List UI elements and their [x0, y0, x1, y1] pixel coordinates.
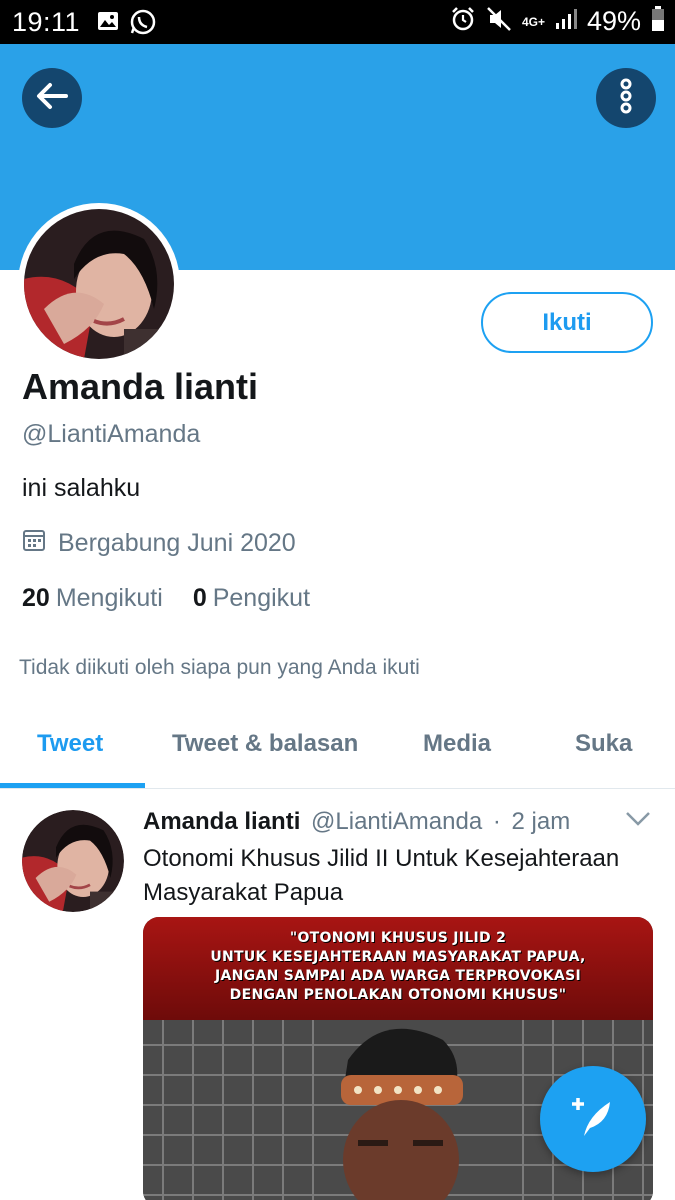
compose-tweet-button[interactable] — [540, 1066, 646, 1172]
tweet-author-name[interactable]: Amanda lianti — [143, 808, 300, 835]
profile-handle: @LiantiAmanda — [22, 420, 201, 448]
battery-icon — [651, 6, 665, 37]
follow-stats: 20 Mengikuti 0 Pengikut — [22, 584, 310, 613]
following-count: 20 — [22, 584, 50, 612]
network-type: 4G+ — [521, 14, 545, 29]
signal-icon — [555, 8, 577, 35]
compose-tweet-icon — [570, 1094, 616, 1145]
media-caption-line: "OTONOMI KHUSUS JILID 2 — [289, 930, 507, 946]
avatar-photo — [22, 810, 124, 912]
avatar-photo — [24, 209, 174, 359]
tweet-separator: · — [492, 808, 501, 835]
battery-percent: 49% — [586, 6, 641, 36]
followers-label: Pengikut — [212, 584, 311, 612]
join-date: Bergabung Juni 2020 — [22, 528, 296, 559]
join-date-text: Bergabung Juni 2020 — [58, 529, 296, 557]
following-link[interactable]: 20 Mengikuti — [22, 584, 163, 613]
follow-button[interactable]: Ikuti — [481, 292, 653, 353]
alarm-icon — [450, 6, 476, 37]
tweet-author-avatar[interactable] — [22, 810, 124, 912]
not-followed-note: Tidak diikuti oleh siapa pun yang Anda i… — [19, 656, 420, 679]
chevron-down-icon[interactable] — [625, 810, 651, 833]
tab-media[interactable]: Media — [423, 730, 491, 758]
tweet-time: 2 jam — [511, 808, 571, 835]
tweet-author-handle[interactable]: @LiantiAmanda — [311, 808, 482, 835]
profile-tabs: Tweet Tweet & balasan Media Suka — [0, 712, 675, 789]
tab-tweet[interactable]: Tweet — [37, 730, 103, 758]
media-caption-line: DENGAN PENOLAKAN OTONOMI KHUSUS" — [229, 987, 567, 1003]
calendar-icon — [22, 528, 46, 559]
profile-avatar[interactable] — [18, 203, 180, 365]
whatsapp-icon — [129, 8, 157, 41]
followers-link[interactable]: 0 Pengikut — [193, 584, 310, 613]
profile-bio: ini salahku — [22, 474, 141, 502]
back-button[interactable] — [22, 68, 82, 128]
tab-tweet-replies[interactable]: Tweet & balasan — [172, 730, 358, 758]
profile-display-name: Amanda lianti — [22, 366, 259, 407]
media-caption-line: UNTUK KESEJAHTERAAN MASYARAKAT PAPUA, — [210, 949, 586, 965]
status-time: 19:11 — [12, 7, 81, 37]
media-caption-line: JANGAN SAMPAI ADA WARGA TERPROVOKASI — [215, 968, 581, 984]
followers-count: 0 — [192, 584, 207, 612]
media-caption: "OTONOMI KHUSUS JILID 2 UNTUK KESEJAHTER… — [143, 917, 653, 1020]
tweet-text: Otonomi Khusus Jilid II Untuk Kesejahter… — [143, 845, 620, 906]
mute-icon — [486, 6, 512, 37]
status-bar: 19:11 4G+ 49% — [0, 0, 675, 44]
following-label: Mengikuti — [55, 584, 163, 612]
gallery-icon — [97, 11, 119, 36]
more-options-button[interactable] — [596, 68, 656, 128]
tweet-header: Amanda lianti @LiantiAmanda · 2 jam — [143, 808, 570, 836]
active-tab-indicator — [0, 783, 145, 788]
arrow-left-icon — [36, 82, 68, 115]
more-vertical-icon — [619, 78, 633, 119]
tab-likes[interactable]: Suka — [575, 730, 632, 758]
